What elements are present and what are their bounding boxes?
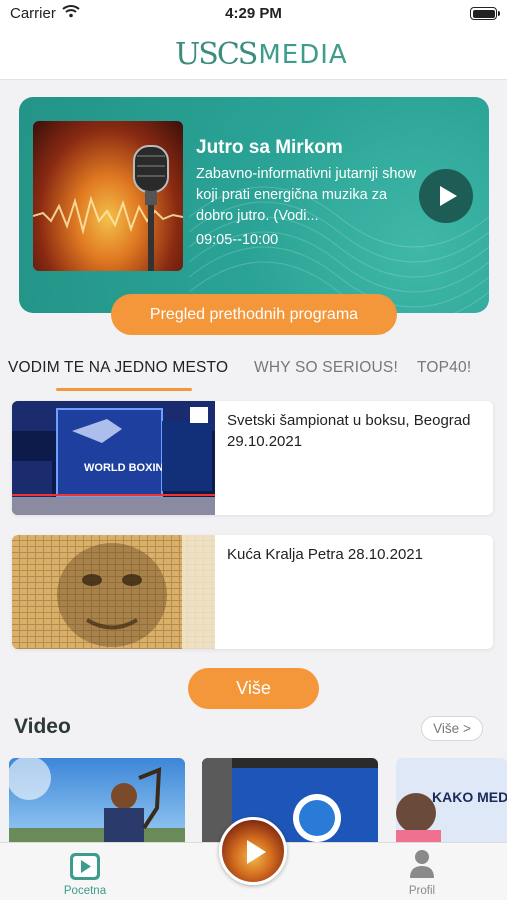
program-description: Zabavno-informativni jutarnji show koji … [196,166,417,224]
news-thumbnail [12,535,215,649]
program-title: Jutro sa Mirkom [196,137,343,158]
program-time: 09:05--10:00 [196,232,279,248]
app-logo: USCS MEDIA [175,37,348,72]
now-playing-card[interactable]: Jutro sa Mirkom Zabavno-informativni jut… [19,97,489,313]
play-button[interactable] [419,169,473,223]
news-title: Svetski šampionat u boksu, Beograd 29.10… [227,412,471,450]
status-bar: Carrier 4:29 PM [0,0,507,28]
live-radio-play-button[interactable] [219,817,287,885]
category-tabs: VODIM TE NA JEDNO MESTO WHY SO SERIOUS! … [0,350,507,394]
program-thumbnail [33,121,183,271]
news-thumbnail: WORLD BOXING [12,401,215,515]
play-icon [440,186,457,206]
logo-mark: USCS [175,37,258,72]
active-tab-indicator [56,388,192,391]
clock: 4:29 PM [225,5,282,22]
video-section-title: Video [14,715,71,738]
tab-home-label: Pocetna [63,885,107,897]
play-icon [247,840,266,864]
news-title: Kuća Kralja Petra 28.10.2021 [227,546,423,563]
video-thumbnail[interactable]: KAKO MED [396,758,507,848]
news-card[interactable]: Kuća Kralja Petra 28.10.2021 [12,535,493,649]
tab-why-so-serious[interactable]: WHY SO SERIOUS! [254,359,398,377]
tab-profile-label: Profil [408,885,436,897]
tab-top40[interactable]: TOP40! [417,359,471,377]
news-card[interactable]: WORLD BOXING Svetski šampionat u boksu, … [12,401,493,515]
video-thumb-caption: KAKO MED [432,789,507,805]
app-header: USCS MEDIA [0,28,507,80]
tab-vodim-te[interactable]: VODIM TE NA JEDNO MESTO [8,359,228,377]
video-thumbnail[interactable] [9,758,185,848]
battery-icon [470,7,500,20]
thumb-caption: WORLD BOXING [84,462,172,474]
play-square-icon [70,853,100,880]
logo-text: MEDIA [258,39,348,70]
previous-programs-button[interactable]: Pregled prethodnih programa [111,294,397,335]
video-more-button[interactable]: Više > [421,716,483,741]
person-icon [410,850,434,878]
more-news-button[interactable]: Više [188,668,319,709]
